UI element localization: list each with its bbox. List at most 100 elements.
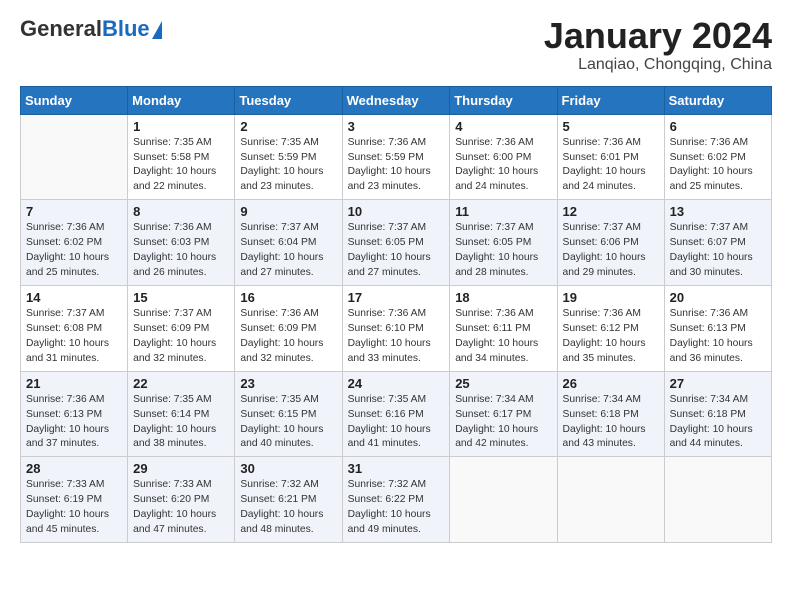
day-number: 6: [670, 119, 766, 134]
day-number: 5: [563, 119, 659, 134]
calendar-cell: 6Sunrise: 7:36 AMSunset: 6:02 PMDaylight…: [664, 114, 771, 200]
weekday-header-saturday: Saturday: [664, 86, 771, 114]
calendar-cell: 31 Sunrise: 7:32 AMSunset: 6:22 PMDayligh…: [342, 457, 450, 543]
day-info: Sunrise: 7:37 AMSunset: 6:07 PMDaylight:…: [670, 221, 766, 281]
calendar-cell: 28 Sunrise: 7:33 AMSunset: 6:19 PMDayligh…: [21, 457, 128, 543]
day-number: 19: [563, 290, 659, 305]
day-number: 11: [455, 204, 551, 219]
day-info: Sunrise: 7:37 AMSunset: 6:09 PMDaylight:…: [133, 307, 229, 367]
day-info: Sunrise: 7:34 AMSunset: 6:18 PMDaylight:…: [563, 393, 659, 453]
day-info: Sunrise: 7:35 AMSunset: 6:15 PMDaylight:…: [240, 393, 336, 453]
day-number: 15: [133, 290, 229, 305]
calendar-cell: 15 Sunrise: 7:37 AMSunset: 6:09 PMDayligh…: [128, 285, 235, 371]
weekday-header-wednesday: Wednesday: [342, 86, 450, 114]
calendar-cell: 9 Sunrise: 7:37 AMSunset: 6:04 PMDaylight…: [235, 200, 342, 286]
day-number: 4: [455, 119, 551, 134]
calendar-week-1: 1Sunrise: 7:35 AMSunset: 5:58 PMDaylight…: [21, 114, 772, 200]
day-info: Sunrise: 7:37 AMSunset: 6:04 PMDaylight:…: [240, 221, 336, 281]
calendar-cell: 24Sunrise: 7:35 AMSunset: 6:16 PMDayligh…: [342, 371, 450, 457]
weekday-header-friday: Friday: [557, 86, 664, 114]
day-info: Sunrise: 7:37 AMSunset: 6:08 PMDaylight:…: [26, 307, 122, 367]
day-number: 23: [240, 376, 336, 391]
day-number: 27: [670, 376, 766, 391]
calendar-cell: 25 Sunrise: 7:34 AMSunset: 6:17 PMDayligh…: [450, 371, 557, 457]
calendar-cell: 5 Sunrise: 7:36 AMSunset: 6:01 PMDaylight…: [557, 114, 664, 200]
page-title: January 2024: [544, 16, 772, 56]
day-info: Sunrise: 7:35 AMSunset: 6:16 PMDaylight:…: [348, 393, 445, 453]
day-info: Sunrise: 7:33 AMSunset: 6:20 PMDaylight:…: [133, 478, 229, 538]
day-number: 12: [563, 204, 659, 219]
day-info: Sunrise: 7:36 AMSunset: 6:13 PMDaylight:…: [26, 393, 122, 453]
day-number: 22: [133, 376, 229, 391]
calendar-cell: 1Sunrise: 7:35 AMSunset: 5:58 PMDaylight…: [128, 114, 235, 200]
calendar-cell: 4 Sunrise: 7:36 AMSunset: 6:00 PMDaylight…: [450, 114, 557, 200]
calendar-cell: 21 Sunrise: 7:36 AMSunset: 6:13 PMDayligh…: [21, 371, 128, 457]
calendar-week-3: 14 Sunrise: 7:37 AMSunset: 6:08 PMDayligh…: [21, 285, 772, 371]
weekday-header-thursday: Thursday: [450, 86, 557, 114]
day-number: 1: [133, 119, 229, 134]
calendar-cell: [664, 457, 771, 543]
calendar-cell: 7 Sunrise: 7:36 AMSunset: 6:02 PMDaylight…: [21, 200, 128, 286]
day-info: Sunrise: 7:36 AMSunset: 6:13 PMDaylight:…: [670, 307, 766, 367]
logo-blue-text: Blue: [102, 16, 150, 42]
day-info: Sunrise: 7:36 AMSunset: 6:02 PMDaylight:…: [26, 221, 122, 281]
day-info: Sunrise: 7:34 AMSunset: 6:18 PMDaylight:…: [670, 393, 766, 453]
day-info: Sunrise: 7:36 AMSunset: 6:12 PMDaylight:…: [563, 307, 659, 367]
day-number: 28: [26, 461, 122, 476]
day-number: 20: [670, 290, 766, 305]
weekday-header-monday: Monday: [128, 86, 235, 114]
weekday-header-row: SundayMondayTuesdayWednesdayThursdayFrid…: [21, 86, 772, 114]
day-info: Sunrise: 7:32 AMSunset: 6:21 PMDaylight:…: [240, 478, 336, 538]
day-number: 26: [563, 376, 659, 391]
logo-general-text: General: [20, 16, 102, 42]
day-number: 25: [455, 376, 551, 391]
day-info: Sunrise: 7:36 AMSunset: 6:00 PMDaylight:…: [455, 136, 551, 196]
calendar-cell: 3 Sunrise: 7:36 AMSunset: 5:59 PMDaylight…: [342, 114, 450, 200]
day-number: 9: [240, 204, 336, 219]
calendar-cell: 22 Sunrise: 7:35 AMSunset: 6:14 PMDayligh…: [128, 371, 235, 457]
calendar-week-5: 28 Sunrise: 7:33 AMSunset: 6:19 PMDayligh…: [21, 457, 772, 543]
day-number: 14: [26, 290, 122, 305]
calendar-cell: [21, 114, 128, 200]
day-info: Sunrise: 7:36 AMSunset: 5:59 PMDaylight:…: [348, 136, 445, 196]
calendar-cell: 27 Sunrise: 7:34 AMSunset: 6:18 PMDayligh…: [664, 371, 771, 457]
calendar-cell: 30 Sunrise: 7:32 AMSunset: 6:21 PMDayligh…: [235, 457, 342, 543]
day-number: 10: [348, 204, 445, 219]
calendar-cell: 17Sunrise: 7:36 AMSunset: 6:10 PMDayligh…: [342, 285, 450, 371]
day-info: Sunrise: 7:35 AMSunset: 5:59 PMDaylight:…: [240, 136, 336, 196]
logo-icon: [152, 21, 162, 39]
title-block: January 2024 Lanqiao, Chongqing, China: [544, 16, 772, 74]
page-subtitle: Lanqiao, Chongqing, China: [544, 56, 772, 74]
day-number: 31: [348, 461, 445, 476]
day-number: 21: [26, 376, 122, 391]
day-number: 13: [670, 204, 766, 219]
day-number: 7: [26, 204, 122, 219]
day-info: Sunrise: 7:34 AMSunset: 6:17 PMDaylight:…: [455, 393, 551, 453]
day-info: Sunrise: 7:32 AMSunset: 6:22 PMDaylight:…: [348, 478, 445, 538]
day-info: Sunrise: 7:36 AMSunset: 6:10 PMDaylight:…: [348, 307, 445, 367]
day-number: 29: [133, 461, 229, 476]
day-info: Sunrise: 7:37 AMSunset: 6:05 PMDaylight:…: [348, 221, 445, 281]
day-info: Sunrise: 7:33 AMSunset: 6:19 PMDaylight:…: [26, 478, 122, 538]
day-number: 3: [348, 119, 445, 134]
day-info: Sunrise: 7:37 AMSunset: 6:06 PMDaylight:…: [563, 221, 659, 281]
day-info: Sunrise: 7:36 AMSunset: 6:01 PMDaylight:…: [563, 136, 659, 196]
calendar-cell: 20 Sunrise: 7:36 AMSunset: 6:13 PMDayligh…: [664, 285, 771, 371]
calendar-cell: 19 Sunrise: 7:36 AMSunset: 6:12 PMDayligh…: [557, 285, 664, 371]
day-info: Sunrise: 7:35 AMSunset: 6:14 PMDaylight:…: [133, 393, 229, 453]
calendar-cell: 12 Sunrise: 7:37 AMSunset: 6:06 PMDayligh…: [557, 200, 664, 286]
calendar-cell: 26 Sunrise: 7:34 AMSunset: 6:18 PMDayligh…: [557, 371, 664, 457]
day-number: 30: [240, 461, 336, 476]
calendar-cell: 14 Sunrise: 7:37 AMSunset: 6:08 PMDayligh…: [21, 285, 128, 371]
logo: GeneralBlue: [20, 16, 162, 42]
day-number: 16: [240, 290, 336, 305]
day-number: 18: [455, 290, 551, 305]
weekday-header-sunday: Sunday: [21, 86, 128, 114]
calendar-table: SundayMondayTuesdayWednesdayThursdayFrid…: [20, 86, 772, 543]
calendar-cell: 11Sunrise: 7:37 AMSunset: 6:05 PMDayligh…: [450, 200, 557, 286]
day-info: Sunrise: 7:36 AMSunset: 6:03 PMDaylight:…: [133, 221, 229, 281]
calendar-cell: 18 Sunrise: 7:36 AMSunset: 6:11 PMDayligh…: [450, 285, 557, 371]
calendar-cell: 8Sunrise: 7:36 AMSunset: 6:03 PMDaylight…: [128, 200, 235, 286]
calendar-cell: 16Sunrise: 7:36 AMSunset: 6:09 PMDayligh…: [235, 285, 342, 371]
day-info: Sunrise: 7:36 AMSunset: 6:11 PMDaylight:…: [455, 307, 551, 367]
